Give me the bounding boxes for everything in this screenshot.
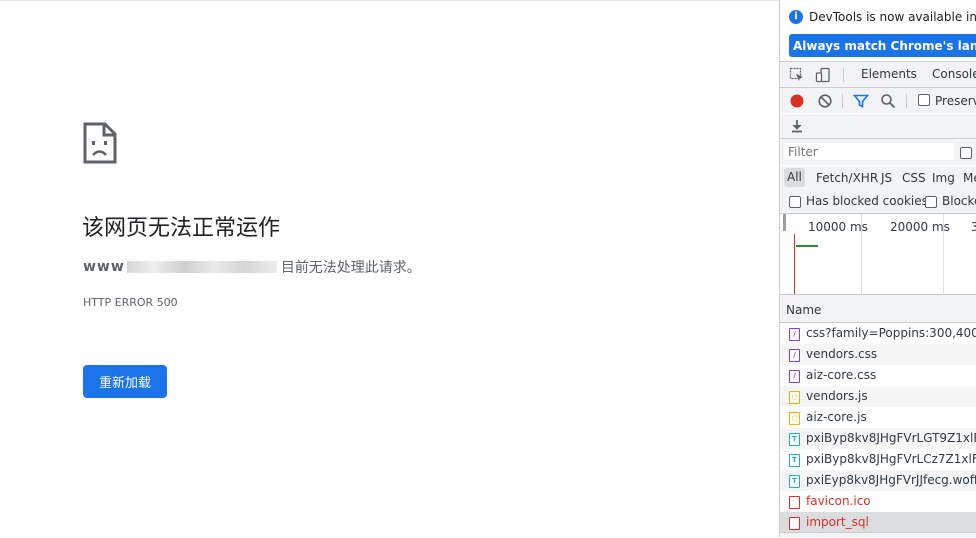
error-page: 该网页无法正常运作 www 目前无法处理此请求。 HTTP ERROR 500 … <box>0 0 779 538</box>
timeline-label: 3 <box>971 220 976 234</box>
stylesheet-icon: / <box>789 370 800 383</box>
download-icon[interactable] <box>789 118 805 134</box>
error-title: 该网页无法正常运作 <box>82 216 281 241</box>
device-toggle-icon[interactable] <box>815 67 831 83</box>
network-toolbar: Preserv <box>780 88 976 113</box>
request-name: import_sql <box>806 515 869 529</box>
resource-type-filters: All Fetch/XHR JS CSS Img Me <box>780 166 976 190</box>
timeline-label: 10000 ms <box>808 220 868 234</box>
requests-list: / css?family=Poppins:300,400,500 / vendo… <box>780 323 976 537</box>
error-code: HTTP ERROR 500 <box>83 296 178 309</box>
request-row[interactable]: T pxiByp8kv8JHgFVrLCz7Z1xlFQ.w <box>780 449 976 470</box>
filter-icon[interactable] <box>853 93 869 109</box>
info-icon: i <box>789 10 803 24</box>
tab-elements[interactable]: Elements <box>861 67 917 81</box>
tab-console[interactable]: Console <box>932 67 976 81</box>
request-name: vendors.css <box>806 347 878 361</box>
network-status-bar <box>780 532 976 537</box>
stylesheet-icon: / <box>789 349 800 362</box>
request-row[interactable]: / vendors.css <box>780 344 976 365</box>
error-description-text: 目前无法处理此请求。 <box>280 260 421 276</box>
invert-checkbox[interactable] <box>960 147 972 159</box>
name-column-header[interactable]: Name <box>786 303 821 317</box>
network-toolbar-secondary <box>780 114 976 139</box>
type-filter-media[interactable]: Me <box>963 171 976 185</box>
request-name: favicon.ico <box>806 494 871 508</box>
request-name: aiz-core.js <box>806 410 867 424</box>
reload-button[interactable]: 重新加载 <box>83 365 167 398</box>
request-row[interactable]: / css?family=Poppins:300,400,500 <box>780 323 976 344</box>
inspect-element-icon[interactable] <box>789 67 805 83</box>
devtools-panel: i DevTools is now available in Chi Alway… <box>779 0 976 537</box>
filter-row <box>780 139 976 165</box>
request-row[interactable]: / aiz-core.css <box>780 365 976 386</box>
error-document-icon <box>789 517 800 530</box>
preserve-log-checkbox[interactable] <box>918 94 930 106</box>
request-row[interactable]: ○ aiz-core.js <box>780 407 976 428</box>
network-timeline[interactable]: 10000 ms 20000 ms 3 <box>780 214 976 295</box>
blocked-requests-checkbox[interactable] <box>925 196 937 208</box>
timeline-overview-handle[interactable] <box>783 214 786 231</box>
script-icon: ○ <box>789 391 800 404</box>
type-filter-img[interactable]: Img <box>932 171 955 185</box>
preserve-log-label: Preserv <box>935 94 976 108</box>
request-name: aiz-core.css <box>806 368 877 382</box>
request-row[interactable]: import_sql <box>780 512 976 533</box>
filter-input[interactable] <box>784 143 954 160</box>
match-language-button[interactable]: Always match Chrome's language <box>789 34 976 57</box>
font-icon: T <box>789 454 800 467</box>
clear-icon[interactable] <box>817 93 833 109</box>
request-name: pxiByp8kv8JHgFVrLGT9Z1xlFQ.w <box>806 431 976 445</box>
timeline-label: 20000 ms <box>890 220 950 234</box>
has-blocked-cookies-checkbox[interactable] <box>789 196 801 208</box>
font-icon: T <box>789 475 800 488</box>
sad-document-icon <box>83 122 117 164</box>
cookie-filters: Has blocked cookies Blocke <box>780 190 976 214</box>
blurred-host-prefix: www <box>83 259 125 275</box>
script-icon: ○ <box>789 412 800 425</box>
error-description: www 目前无法处理此请求。 <box>83 257 421 277</box>
request-row[interactable]: ○ vendors.js <box>780 386 976 407</box>
blocked-requests-label: Blocke <box>942 194 976 208</box>
toolbar-divider <box>842 94 843 108</box>
devtools-info-bar: i DevTools is now available in Chi Alway… <box>780 0 976 62</box>
request-name: pxiEyp8kv8JHgFVrJJfecg.woff2 <box>806 473 976 487</box>
type-filter-fetch-xhr[interactable]: Fetch/XHR <box>816 171 878 185</box>
devtools-tab-bar: Elements Console <box>780 62 976 88</box>
error-document-icon <box>789 496 800 509</box>
toolbar-divider <box>843 68 844 82</box>
search-icon[interactable] <box>880 93 896 109</box>
request-row[interactable]: favicon.ico <box>780 491 976 512</box>
request-row[interactable]: T pxiEyp8kv8JHgFVrJJfecg.woff2 <box>780 470 976 491</box>
type-filter-js[interactable]: JS <box>881 171 892 185</box>
request-row[interactable]: T pxiByp8kv8JHgFVrLGT9Z1xlFQ.w <box>780 428 976 449</box>
font-icon: T <box>789 433 800 446</box>
timeline-bar <box>796 245 818 247</box>
type-filter-css[interactable]: CSS <box>902 171 926 185</box>
request-name: css?family=Poppins:300,400,500 <box>806 326 976 340</box>
record-icon[interactable] <box>789 93 805 109</box>
blurred-host <box>126 261 277 273</box>
request-name: pxiByp8kv8JHgFVrLCz7Z1xlFQ.w <box>806 452 976 466</box>
requests-table-header[interactable]: Name <box>780 295 976 323</box>
stylesheet-icon: / <box>789 328 800 341</box>
info-text: DevTools is now available in Chi <box>809 10 976 24</box>
load-event-marker <box>794 234 795 294</box>
toolbar-divider <box>906 94 907 108</box>
type-filter-all[interactable]: All <box>784 168 805 187</box>
has-blocked-cookies-label: Has blocked cookies <box>806 194 928 208</box>
request-name: vendors.js <box>806 389 868 403</box>
